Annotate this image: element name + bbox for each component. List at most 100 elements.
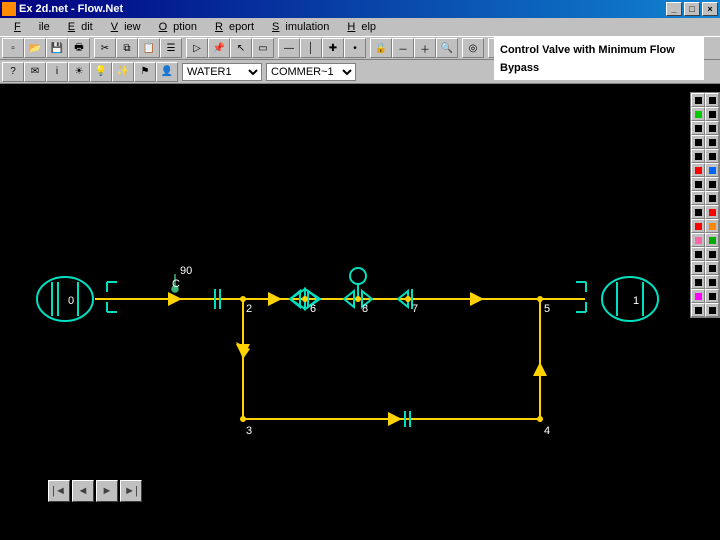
copy-button[interactable]: ⧉ [116,38,138,58]
pipe-cross-icon: ✚ [329,43,337,54]
nav-last-button[interactable]: ►| [120,480,142,502]
palette-pink-button[interactable] [691,233,705,247]
palette-pump-button[interactable] [705,135,719,149]
tree-button[interactable]: ☰ [160,38,182,58]
print-button[interactable]: 🖶 [68,38,90,58]
titlebar: Ex 2d.net - Flow.Net _ □ × [0,0,720,18]
select-box-icon: ▭ [258,43,267,54]
target-button[interactable]: ◎ [462,38,484,58]
find-button[interactable]: 🔍 [436,38,458,58]
palette-chart-button[interactable] [691,275,705,289]
new-file-button[interactable]: ▫ [2,38,24,58]
palette-red-sq-button[interactable] [691,219,705,233]
pushpin-button[interactable]: 📌 [208,38,230,58]
vline-button[interactable]: │ [300,38,322,58]
menu-view[interactable]: View [99,20,147,34]
sun-button[interactable]: ☀ [68,62,90,82]
paste-button[interactable]: 📋 [138,38,160,58]
bulb-icon: 💡 [95,66,107,77]
info-icon: i [56,66,58,77]
diagram-canvas[interactable]: 90 C 0 2 6 8 7 5 1 3 4 [0,84,690,504]
wand-button[interactable]: ✨ [112,62,134,82]
diagram-title: Control Valve with Minimum Flow Bypass [500,44,675,74]
palette-split-button[interactable] [691,261,705,275]
blank2-icon [709,293,716,300]
pipe-cross-button[interactable]: ✚ [322,38,344,58]
help-button[interactable]: ? [2,62,24,82]
palette-omega-button[interactable] [705,177,719,191]
blank-icon [709,195,716,202]
flag-button[interactable]: ⚑ [134,62,156,82]
tank-icon [709,153,716,160]
fluid-combo[interactable]: WATER1 [182,63,262,81]
zoom-out-button[interactable]: － [392,38,414,58]
valve-icon [709,125,716,132]
palette-green-x-button[interactable] [705,233,719,247]
menu-report[interactable]: Report [203,20,260,34]
hline-button[interactable]: — [278,38,300,58]
pointer-icon: ↖ [237,43,245,54]
maximize-button[interactable]: □ [684,2,700,16]
palette-valve-button[interactable] [705,121,719,135]
pointer-button[interactable]: ↖ [230,38,252,58]
palette-tank2-button[interactable] [691,247,705,261]
palette-circle-green-button[interactable] [691,107,705,121]
nav-next-button[interactable]: ► [96,480,118,502]
node-button[interactable]: • [344,38,366,58]
tip-button[interactable]: ✉ [24,62,46,82]
menu-file[interactable]: File [2,20,56,34]
nav-first-button[interactable]: |◄ [48,480,70,502]
zoom-lock-button[interactable]: 🔒 [370,38,392,58]
palette-blank2-button[interactable] [705,289,719,303]
nav-prev-button[interactable]: ◄ [72,480,94,502]
N-icon [709,111,716,118]
palette-blank3-button[interactable] [705,303,719,317]
palette-curve-button[interactable] [691,205,705,219]
palette-end-button[interactable] [705,275,719,289]
play-button[interactable]: ▷ [186,38,208,58]
palette-cv-button[interactable] [691,135,705,149]
bulb-button[interactable]: 💡 [90,62,112,82]
select-box-button[interactable]: ▭ [252,38,274,58]
palette-flag-p-button[interactable] [691,289,705,303]
palette-wave-button[interactable] [691,191,705,205]
profile-combo[interactable]: COMMER~1 [266,63,356,81]
info-button[interactable]: i [46,62,68,82]
sink-node-icon [576,277,658,321]
diagram-title-box: Control Valve with Minimum Flow Bypass [494,36,704,80]
arrow-icon [695,97,702,104]
tree-icon: ☰ [167,43,176,54]
palette-pipe-button[interactable] [691,121,705,135]
tool-palette [690,92,720,318]
palette-burst-red-button[interactable] [691,163,705,177]
menu-edit[interactable]: Edit [56,20,99,34]
minimize-button[interactable]: _ [666,2,682,16]
palette-comp-button[interactable] [691,177,705,191]
palette-blank-button[interactable] [705,191,719,205]
palette-burst-blue-button[interactable] [705,163,719,177]
blank3-icon [709,307,716,314]
menu-option[interactable]: Option [147,20,203,34]
save-button[interactable]: 💾 [46,38,68,58]
zoom-in-button[interactable]: ＋ [414,38,436,58]
palette-square-button[interactable] [705,93,719,107]
palette-N-button[interactable] [705,107,719,121]
palette-orange-button[interactable] [705,219,719,233]
palette-tank-button[interactable] [705,149,719,163]
palette-red-up-button[interactable] [705,205,719,219]
palette-mix-button[interactable] [705,261,719,275]
palette-bars-button[interactable] [691,303,705,317]
find-icon: 🔍 [441,43,453,54]
cut-button[interactable]: ✂ [94,38,116,58]
menu-simulation[interactable]: Simulation [260,20,335,34]
menu-help[interactable]: Help [335,20,382,34]
pipe-icon [695,125,702,132]
play-icon: ▷ [193,43,201,54]
close-button[interactable]: × [702,2,718,16]
palette-arrow-button[interactable] [691,93,705,107]
open-file-button[interactable]: 📂 [24,38,46,58]
palette-tee-button[interactable] [691,149,705,163]
person-button[interactable]: 👤 [156,62,178,82]
palette-hx-button[interactable] [705,247,719,261]
curve-icon [695,209,702,216]
